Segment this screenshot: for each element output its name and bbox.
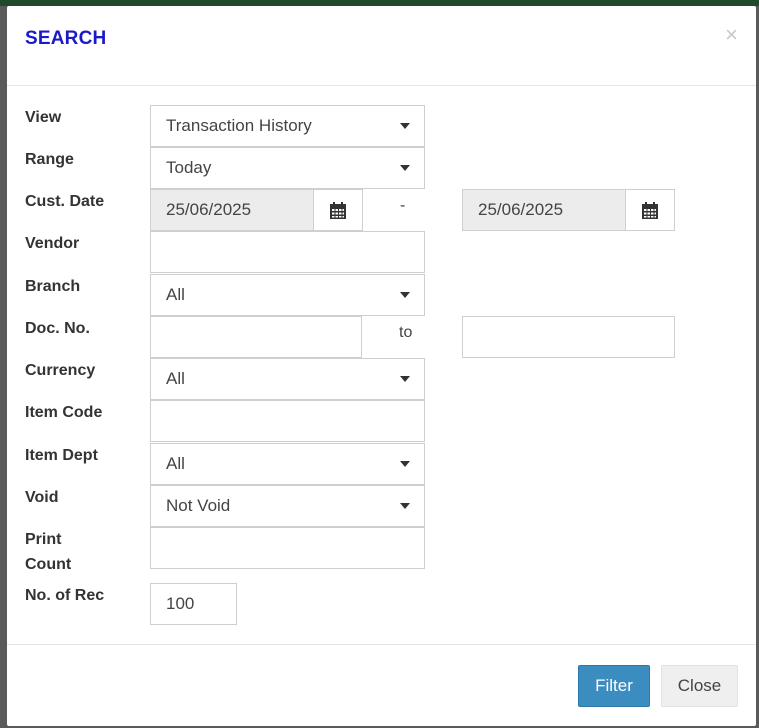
dialog-header: SEARCH × — [7, 6, 756, 86]
date-to-input[interactable]: 25/06/2025 — [462, 189, 626, 231]
void-select-value: Not Void — [166, 496, 231, 515]
doc-no-label: Doc. No. — [25, 320, 90, 337]
item-dept-label: Item Dept — [25, 447, 98, 464]
doc-no-to-input[interactable] — [462, 316, 675, 358]
range-select[interactable]: Today — [150, 147, 425, 189]
no-of-rec-label: No. of Rec — [25, 587, 105, 604]
doc-no-from-input[interactable] — [150, 316, 362, 358]
vendor-label: Vendor — [25, 235, 80, 252]
item-dept-select-value: All — [166, 454, 185, 473]
void-label: Void — [25, 489, 59, 506]
chevron-down-icon — [400, 503, 410, 509]
range-select-value: Today — [166, 158, 212, 177]
currency-label: Currency — [25, 362, 96, 379]
search-dialog: SEARCH × View Transaction History Range … — [7, 6, 756, 726]
chevron-down-icon — [400, 123, 410, 129]
item-dept-select[interactable]: All — [150, 443, 425, 485]
date-range-separator: - — [400, 197, 406, 214]
print-count-input[interactable] — [150, 527, 425, 569]
print-count-label-line1: Print — [25, 531, 62, 548]
print-count-label-line2: Count — [25, 556, 72, 573]
close-icon[interactable]: × — [725, 24, 738, 46]
filter-button[interactable]: Filter — [578, 665, 650, 707]
view-select[interactable]: Transaction History — [150, 105, 425, 147]
view-label: View — [25, 109, 62, 126]
range-label: Range — [25, 151, 74, 168]
chevron-down-icon — [400, 292, 410, 298]
dialog-footer: Filter Close — [7, 644, 756, 726]
close-button[interactable]: Close — [661, 665, 738, 707]
currency-select-value: All — [166, 369, 185, 388]
currency-select[interactable]: All — [150, 358, 425, 400]
branch-select-value: All — [166, 285, 185, 304]
date-to-calendar-button[interactable] — [625, 189, 675, 231]
item-code-label: Item Code — [25, 404, 103, 421]
branch-select[interactable]: All — [150, 274, 425, 316]
chevron-down-icon — [400, 376, 410, 382]
doc-no-separator: to — [399, 324, 413, 341]
view-select-value: Transaction History — [166, 116, 312, 135]
cust-date-label: Cust. Date — [25, 193, 105, 210]
item-code-input[interactable] — [150, 400, 425, 442]
vendor-input[interactable] — [150, 231, 425, 273]
calendar-icon — [642, 201, 658, 219]
print-count-label: Print Count — [25, 527, 71, 577]
void-select[interactable]: Not Void — [150, 485, 425, 527]
calendar-icon — [330, 201, 346, 219]
branch-label: Branch — [25, 278, 81, 295]
no-of-rec-input[interactable]: 100 — [150, 583, 237, 625]
dialog-title: SEARCH — [25, 28, 107, 49]
date-from-calendar-button[interactable] — [313, 189, 363, 231]
chevron-down-icon — [400, 165, 410, 171]
date-from-input[interactable]: 25/06/2025 — [150, 189, 314, 231]
chevron-down-icon — [400, 461, 410, 467]
